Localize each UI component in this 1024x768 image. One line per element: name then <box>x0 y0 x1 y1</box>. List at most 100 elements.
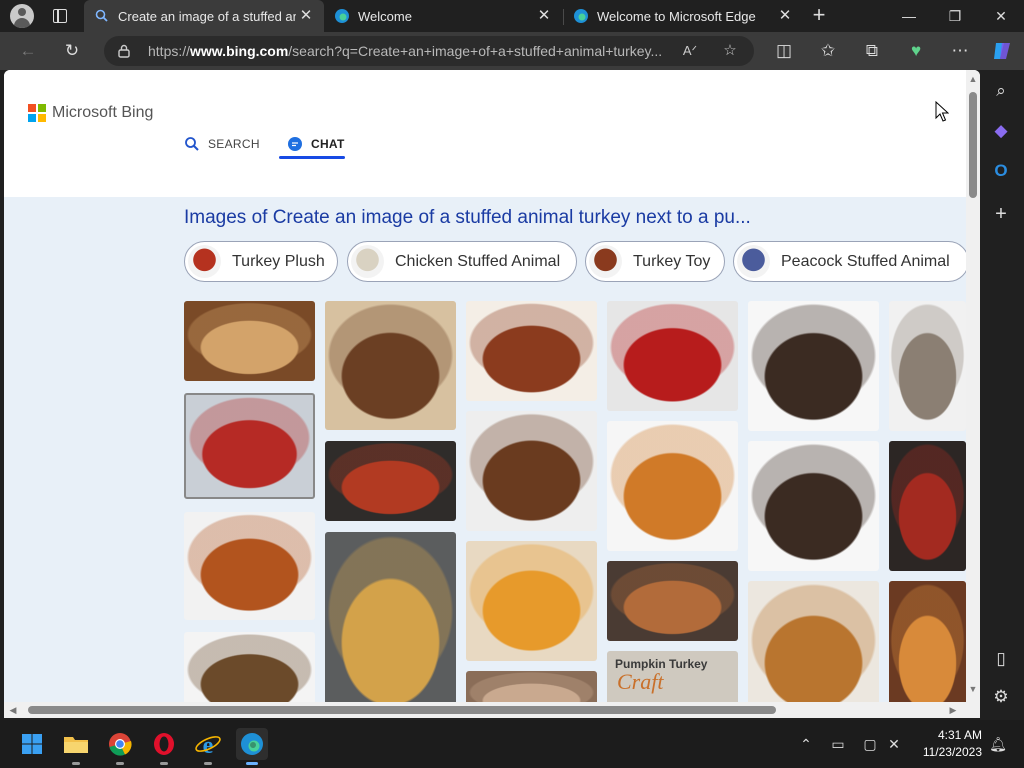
tab-title: Welcome <box>358 8 412 24</box>
image-tile[interactable] <box>325 532 456 718</box>
pill-thumbnail <box>188 245 221 278</box>
chat-bubble-icon <box>288 137 302 151</box>
image-tile[interactable] <box>466 301 597 401</box>
edge-sidebar: ⌕ ◆ O + ▯ ⚙ <box>980 70 1024 720</box>
image-tile[interactable] <box>607 421 738 551</box>
tab-title: Welcome to Microsoft Edge <box>597 8 756 24</box>
vertical-scrollbar[interactable]: ▲ ▼ <box>966 70 980 718</box>
image-tile[interactable] <box>184 512 315 620</box>
windows-start-icon[interactable] <box>16 728 48 760</box>
search-icon <box>185 137 199 151</box>
browser-essentials-icon[interactable]: ♥ <box>904 39 928 63</box>
image-tile[interactable] <box>607 561 738 641</box>
bing-header: Microsoft Bing SEARCH CHAT <box>4 70 966 197</box>
sidebar-hide-icon[interactable]: ▯ <box>990 648 1012 670</box>
horizontal-scroll-thumb[interactable] <box>28 706 776 714</box>
scroll-up-arrow-icon[interactable]: ▲ <box>968 74 978 84</box>
restore-button[interactable]: ❐ <box>932 0 978 32</box>
pill-thumbnail <box>737 245 770 278</box>
logo-text: Microsoft Bing <box>52 104 154 121</box>
pill-thumbnail <box>589 245 622 278</box>
image-tile[interactable] <box>748 301 879 431</box>
active-nav-indicator <box>279 156 345 159</box>
tab-close-icon[interactable]: ✕ <box>296 6 316 26</box>
copilot-icon[interactable] <box>990 39 1014 63</box>
scroll-down-arrow-icon[interactable]: ▼ <box>968 684 978 694</box>
image-tile[interactable] <box>607 301 738 411</box>
related-search-pill[interactable]: Peacock Stuffed Animal <box>733 241 969 282</box>
tray-overflow-chevron-icon[interactable]: ⌃ <box>796 734 816 754</box>
pill-thumbnail <box>351 245 384 278</box>
horizontal-scrollbar[interactable]: ◀ ▶ <box>4 702 966 718</box>
read-aloud-icon[interactable]: Aᐟ <box>680 41 700 61</box>
minimize-button[interactable]: — <box>886 0 932 32</box>
image-grid: Pumpkin Turkey Craft <box>184 301 966 718</box>
back-icon[interactable]: ← <box>16 39 40 63</box>
outlook-icon[interactable]: O <box>990 160 1012 182</box>
refresh-icon[interactable]: ↻ <box>60 39 84 63</box>
sidebar-search-icon[interactable]: ⌕ <box>990 80 1012 102</box>
image-tile[interactable] <box>325 301 456 430</box>
split-screen-icon[interactable]: ◫ <box>772 39 796 63</box>
image-tile[interactable] <box>748 441 879 571</box>
image-tile[interactable] <box>184 301 315 381</box>
profile-avatar-icon[interactable] <box>10 4 34 28</box>
related-search-pill[interactable]: Chicken Stuffed Animal <box>347 241 577 282</box>
results-title[interactable]: Images of Create an image of a stuffed a… <box>184 207 751 229</box>
related-search-pill[interactable]: Turkey Plush <box>184 241 338 282</box>
url-text[interactable]: https://www.bing.com/search?q=Create+an+… <box>148 43 678 59</box>
tab-close-icon[interactable]: ✕ <box>775 6 795 26</box>
clock-date: 11/23/2023 <box>922 745 982 759</box>
opera-icon[interactable] <box>148 728 180 765</box>
sidebar-settings-gear-icon[interactable]: ⚙ <box>990 686 1012 708</box>
nav-chat-label: CHAT <box>311 137 345 151</box>
taskbar: e ⌃ ▭ ▢ ✕ 4:31 AM 11/23/2023 🔔︎ <box>0 720 1024 768</box>
settings-more-icon[interactable]: ⋯ <box>948 39 972 63</box>
collections-icon[interactable]: ⧉ <box>860 39 884 63</box>
scroll-right-arrow-icon[interactable]: ▶ <box>948 705 958 715</box>
display-icon[interactable]: ▢ <box>860 734 880 754</box>
internet-explorer-icon[interactable]: e <box>192 728 224 765</box>
favorites-icon[interactable]: ✩ <box>816 39 840 63</box>
notification-bell-icon[interactable]: 🔔︎ <box>988 734 1008 754</box>
image-tile[interactable] <box>466 541 597 661</box>
vertical-scroll-thumb[interactable] <box>969 92 977 198</box>
sidebar-add-icon[interactable]: + <box>990 203 1012 225</box>
edge-logo-icon <box>574 9 588 23</box>
clock[interactable]: 4:31 AM 11/23/2023 <box>910 727 982 761</box>
related-search-pill[interactable]: Turkey Toy <box>585 241 725 282</box>
image-tile[interactable] <box>889 441 966 571</box>
file-explorer-icon[interactable] <box>60 728 92 765</box>
search-icon <box>95 9 108 22</box>
tab-welcome[interactable]: Welcome ✕ <box>324 0 562 32</box>
image-tile[interactable] <box>889 301 966 431</box>
microsoft-bing-logo[interactable]: Microsoft Bing <box>28 104 153 122</box>
sidebar-copilot-icon[interactable]: ◆ <box>990 120 1012 142</box>
tab-actions-icon[interactable] <box>50 6 70 26</box>
image-tile[interactable] <box>748 581 879 718</box>
address-bar[interactable]: https://www.bing.com/search?q=Create+an+… <box>104 36 754 66</box>
image-tile[interactable] <box>325 441 456 521</box>
scroll-left-arrow-icon[interactable]: ◀ <box>8 705 18 715</box>
edge-taskbar-icon[interactable] <box>236 728 268 765</box>
nav-search[interactable]: SEARCH <box>184 128 260 160</box>
close-window-button[interactable]: ✕ <box>978 0 1024 32</box>
image-tile[interactable] <box>466 411 597 531</box>
tab-close-icon[interactable]: ✕ <box>534 6 554 26</box>
chrome-icon[interactable] <box>104 728 136 765</box>
volume-muted-icon[interactable]: ✕ <box>884 734 904 754</box>
image-results: Images of Create an image of a stuffed a… <box>4 197 969 718</box>
new-tab-button[interactable]: + <box>808 4 830 27</box>
microsoft-logo-icon <box>28 104 46 122</box>
favorite-star-icon[interactable]: ☆ <box>720 41 740 61</box>
image-tile[interactable] <box>889 581 966 718</box>
tile-caption: Craft <box>617 669 664 694</box>
network-icon[interactable]: ▭ <box>828 734 848 754</box>
tab-bing-search[interactable]: Create an image of a stuffed animal turk… <box>84 0 324 32</box>
tab-strip: Create an image of a stuffed animal turk… <box>0 0 1024 32</box>
page-viewport: Microsoft Bing SEARCH CHAT Images of Cre… <box>4 70 980 718</box>
image-tile[interactable] <box>184 393 315 499</box>
nav-search-label: SEARCH <box>208 137 260 151</box>
tab-welcome-edge[interactable]: Welcome to Microsoft Edge ✕ <box>563 0 803 32</box>
edge-logo-icon <box>335 9 349 23</box>
